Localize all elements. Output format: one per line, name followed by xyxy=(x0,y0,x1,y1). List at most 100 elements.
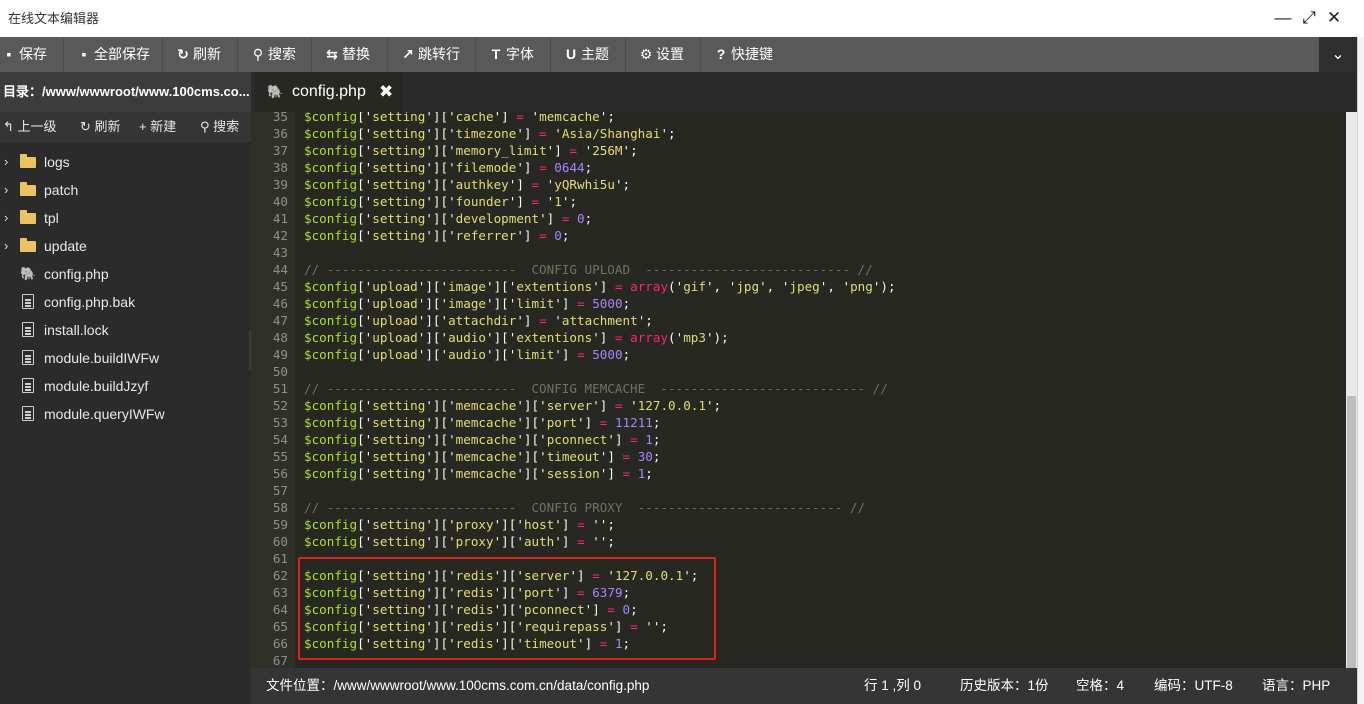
code-line[interactable]: 42 $config['setting']['referrer'] = 0; xyxy=(251,227,1346,244)
chevron-right-icon[interactable]: › xyxy=(4,204,14,232)
editor-vertical-scrollbar[interactable] xyxy=(1346,112,1357,668)
code-text: $config['upload']['image']['extentions']… xyxy=(304,279,896,294)
tree-folder-logs[interactable]: › logs xyxy=(0,148,251,176)
minimize-button[interactable]: — xyxy=(1273,7,1293,29)
code-line[interactable]: 37 $config['setting']['memory_limit'] = '… xyxy=(251,142,1346,159)
tree-file-module-queryiwfw[interactable]: module.queryIWFw xyxy=(0,400,251,428)
shortcuts-button[interactable]: ? 快捷键 xyxy=(714,37,773,72)
line-number: 45 xyxy=(272,279,288,294)
search-icon: ⚲ xyxy=(200,119,210,134)
folder-icon xyxy=(20,182,36,196)
code-line[interactable]: 43 xyxy=(251,244,1346,261)
code-text: $config['setting']['memory_limit'] = '25… xyxy=(304,143,638,158)
line-number: 40 xyxy=(272,194,288,209)
code-text: $config['setting']['memcache']['pconnect… xyxy=(304,432,661,447)
save-all-button[interactable]: ▪ 全部保存 xyxy=(77,37,150,72)
tree-file-config-php[interactable]: 🐘 config.php xyxy=(0,260,251,288)
code-line[interactable]: 48 $config['upload']['audio']['extentions… xyxy=(251,329,1346,346)
code-editor[interactable]: 35 $config['setting']['cache'] = 'memcach… xyxy=(251,112,1346,668)
replace-button[interactable]: ⇆ 替换 xyxy=(325,37,370,72)
file-language[interactable]: 语言：PHP xyxy=(1262,668,1330,704)
settings-label: 设置 xyxy=(656,46,684,62)
tab-config-php[interactable]: 🐘 config.php ✖ xyxy=(255,72,403,112)
font-icon: T xyxy=(491,46,501,62)
code-text: $config['setting']['memcache']['port'] =… xyxy=(304,415,661,430)
code-text: // ------------------------- CONFIG MEMC… xyxy=(304,381,888,396)
code-line[interactable]: 45 $config['upload']['image']['extentions… xyxy=(251,278,1346,295)
search-button[interactable]: ⚲ 搜索 xyxy=(251,37,296,72)
save-all-label: 全部保存 xyxy=(94,46,150,62)
code-text: $config['setting']['timezone'] = 'Asia/S… xyxy=(304,126,676,141)
code-line[interactable]: 46 $config['upload']['image']['limit'] = … xyxy=(251,295,1346,312)
parent-dir-button[interactable]: ↰ 上一级 xyxy=(3,112,57,142)
save-button[interactable]: ▪ 保存 xyxy=(2,37,47,72)
toolbar-collapse-button[interactable]: ⌄ xyxy=(1319,37,1357,72)
tree-folder-tpl[interactable]: › tpl xyxy=(0,204,251,232)
history-versions[interactable]: 历史版本：1份 xyxy=(960,668,1049,704)
code-line[interactable]: 40 $config['setting']['founder'] = '1'; xyxy=(251,193,1346,210)
toolbar-divider xyxy=(63,37,64,72)
code-line[interactable]: 55 $config['setting']['memcache']['timeou… xyxy=(251,448,1346,465)
file-encoding[interactable]: 编码：UTF-8 xyxy=(1154,668,1233,704)
close-tab-icon[interactable]: ✖ xyxy=(379,72,393,112)
indent-spaces[interactable]: 空格：4 xyxy=(1076,668,1124,704)
line-number: 54 xyxy=(272,432,288,447)
code-line[interactable]: 47 $config['upload']['attachdir'] = 'atta… xyxy=(251,312,1346,329)
code-line[interactable]: 44 // ------------------------- CONFIG UP… xyxy=(251,261,1346,278)
code-line[interactable]: 56 $config['setting']['memcache']['sessio… xyxy=(251,465,1346,482)
toolbar-divider xyxy=(387,37,388,72)
tree-item-label: install.lock xyxy=(44,322,109,338)
goto-line-button[interactable]: ↗ 跳转行 xyxy=(401,37,460,72)
code-line[interactable]: 39 $config['setting']['authkey'] = 'yQRwh… xyxy=(251,176,1346,193)
toolbar-divider xyxy=(700,37,701,72)
refresh-button[interactable]: ↻ 刷新 xyxy=(176,37,221,72)
close-window-button[interactable]: ✕ xyxy=(1324,7,1344,29)
code-line[interactable]: 36 $config['setting']['timezone'] = 'Asia… xyxy=(251,125,1346,142)
search-label: 搜索 xyxy=(268,46,296,62)
php-elephant-icon: 🐘 xyxy=(20,266,37,281)
chevron-right-icon[interactable]: › xyxy=(4,176,14,204)
code-text: $config['setting']['memcache']['timeout'… xyxy=(304,449,661,464)
code-line[interactable]: 35 $config['setting']['cache'] = 'memcach… xyxy=(251,112,1346,125)
status-bar: 文件位置：/www/wwwroot/www.100cms.com.cn/data… xyxy=(251,668,1357,704)
save-label: 保存 xyxy=(19,46,47,62)
chevron-right-icon[interactable]: › xyxy=(4,232,14,260)
tree-item-label: update xyxy=(44,238,87,254)
save-icon: ▪ xyxy=(6,46,12,62)
tree-file-install-lock[interactable]: install.lock xyxy=(0,316,251,344)
code-line[interactable]: 57 xyxy=(251,482,1346,499)
code-line[interactable]: 52 $config['setting']['memcache']['server… xyxy=(251,397,1346,414)
code-line[interactable]: 38 $config['setting']['filemode'] = 0644; xyxy=(251,159,1346,176)
tree-file-config-php-bak[interactable]: config.php.bak xyxy=(0,288,251,316)
line-number: 61 xyxy=(272,551,288,566)
tree-file-module-buildiwfw[interactable]: module.buildIWFw xyxy=(0,344,251,372)
tree-folder-update[interactable]: › update xyxy=(0,232,251,260)
chevron-right-icon[interactable]: › xyxy=(4,148,14,176)
theme-button[interactable]: U 主题 xyxy=(564,37,609,72)
code-line[interactable]: 53 $config['setting']['memcache']['port']… xyxy=(251,414,1346,431)
tree-file-module-buildjzyf[interactable]: module.buildJzyf xyxy=(0,372,251,400)
title-bar: 在线文本编辑器 — ⤢ ✕ xyxy=(0,0,1364,37)
line-number: 65 xyxy=(272,619,288,634)
code-text: $config['setting']['memcache']['session'… xyxy=(304,466,653,481)
code-line[interactable]: 59 $config['setting']['proxy']['host'] = … xyxy=(251,516,1346,533)
code-line[interactable]: 60 $config['setting']['proxy']['auth'] = … xyxy=(251,533,1346,550)
line-number: 57 xyxy=(272,483,288,498)
maximize-button[interactable]: ⤢ xyxy=(1299,7,1319,29)
sidebar-search-button[interactable]: ⚲ 搜索 xyxy=(200,112,239,142)
code-line[interactable]: 51 // ------------------------- CONFIG ME… xyxy=(251,380,1346,397)
settings-button[interactable]: ⚙ 设置 xyxy=(639,37,684,72)
file-icon xyxy=(22,294,34,309)
code-line[interactable]: 58 // ------------------------- CONFIG PR… xyxy=(251,499,1346,516)
sidebar-refresh-button[interactable]: ↻ 刷新 xyxy=(80,112,121,142)
font-button[interactable]: T 字体 xyxy=(489,37,534,72)
code-line[interactable]: 50 xyxy=(251,363,1346,380)
code-line[interactable]: 54 $config['setting']['memcache']['pconne… xyxy=(251,431,1346,448)
code-line[interactable]: 41 $config['setting']['development'] = 0; xyxy=(251,210,1346,227)
code-line[interactable]: 49 $config['upload']['audio']['limit'] = … xyxy=(251,346,1346,363)
scrollbar-thumb[interactable] xyxy=(1347,396,1356,668)
new-file-button[interactable]: + 新建 xyxy=(139,112,176,142)
tree-folder-patch[interactable]: › patch xyxy=(0,176,251,204)
line-number: 66 xyxy=(272,636,288,651)
toolbar-divider xyxy=(475,37,476,72)
